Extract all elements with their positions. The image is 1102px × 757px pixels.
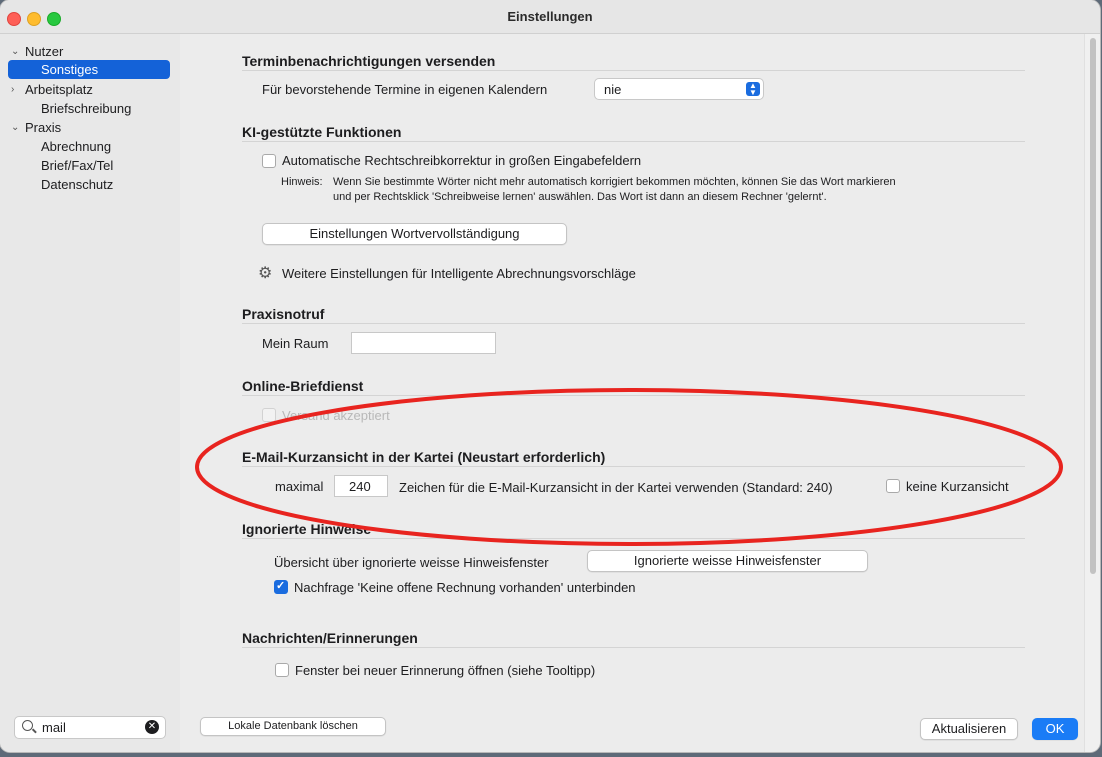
- sidebar-item-label: Nutzer: [25, 44, 64, 59]
- sidebar-group-arbeitsplatz[interactable]: › Arbeitsplatz: [0, 80, 180, 99]
- spellcheck-checkbox[interactable]: [262, 154, 276, 168]
- word-completion-settings-button[interactable]: Einstellungen Wortvervollständigung: [262, 223, 567, 245]
- sidebar: ⌄ Nutzer Sonstiges › Arbeitsplatz Briefs…: [0, 34, 180, 752]
- chevron-down-icon: ⌄: [11, 46, 20, 57]
- up-down-stepper-icon: ▲ ▼: [746, 82, 760, 97]
- no-preview-checkbox[interactable]: [886, 479, 900, 493]
- section-title-ignored-hints: Ignorierte Hinweise: [242, 521, 372, 537]
- hint-text-line1: Wenn Sie bestimmte Wörter nicht mehr aut…: [333, 176, 896, 188]
- section-title-ki: KI-gestützte Funktionen: [242, 124, 402, 140]
- sidebar-group-nutzer[interactable]: ⌄ Nutzer: [0, 42, 180, 61]
- billing-suggestions-settings-link[interactable]: Weitere Einstellungen für Intelligente A…: [282, 266, 636, 281]
- search-field[interactable]: mail ✕: [14, 716, 166, 739]
- suppress-no-invoice-label: Nachfrage 'Keine offene Rechnung vorhand…: [294, 580, 636, 595]
- ignored-overview-label: Übersicht über ignorierte weisse Hinweis…: [274, 555, 549, 570]
- sidebar-item-label: Datenschutz: [41, 177, 114, 192]
- clear-search-icon[interactable]: ✕: [145, 720, 159, 734]
- section-title-praxisnotruf: Praxisnotruf: [242, 306, 325, 322]
- section-title-briefdienst: Online-Briefdienst: [242, 378, 364, 394]
- sidebar-item-label: Abrechnung: [41, 139, 112, 154]
- sidebar-item-abrechnung[interactable]: Abrechnung: [0, 137, 180, 156]
- sidebar-item-sonstiges[interactable]: Sonstiges: [8, 60, 170, 79]
- settings-window: Einstellungen ⌄ Nutzer Sonstiges › Arbei…: [0, 0, 1100, 752]
- section-divider: [242, 141, 1025, 142]
- search-input[interactable]: mail: [42, 720, 66, 735]
- delete-local-db-button[interactable]: Lokale Datenbank löschen: [200, 717, 386, 736]
- open-reminder-window-label: Fenster bei neuer Erinnerung öffnen (sie…: [295, 663, 596, 678]
- open-reminder-window-checkbox[interactable]: [275, 663, 289, 677]
- chevron-right-icon: ›: [11, 84, 15, 95]
- ok-button[interactable]: OK: [1032, 718, 1078, 740]
- sidebar-item-brief-fax-tel[interactable]: Brief/Fax/Tel: [0, 156, 180, 175]
- title-bar: Einstellungen: [0, 0, 1100, 34]
- section-divider: [242, 395, 1025, 396]
- sidebar-item-datenschutz[interactable]: Datenschutz: [0, 175, 180, 194]
- sidebar-item-label: Praxis: [25, 120, 62, 135]
- gear-icon[interactable]: ⚙: [258, 263, 272, 283]
- dispatch-accepted-label: Versand akzeptiert: [282, 408, 390, 423]
- vertical-scrollbar[interactable]: [1084, 34, 1100, 752]
- maximal-label: maximal: [275, 479, 324, 494]
- ignored-hints-button[interactable]: Ignorierte weisse Hinweisfenster: [587, 550, 868, 572]
- settings-content: Terminbenachrichtigungen versenden Für b…: [180, 34, 1084, 752]
- sidebar-item-label: Sonstiges: [41, 62, 99, 77]
- search-icon: [22, 720, 33, 731]
- section-divider: [242, 647, 1025, 648]
- window-title: Einstellungen: [507, 9, 593, 24]
- section-title-email-preview: E-Mail-Kurzansicht in der Kartei (Neusta…: [242, 449, 606, 465]
- section-divider: [242, 323, 1025, 324]
- section-divider: [242, 70, 1025, 71]
- sidebar-item-briefschreibung[interactable]: Briefschreibung: [0, 99, 180, 118]
- refresh-button[interactable]: Aktualisieren: [920, 718, 1018, 740]
- section-title-termine: Terminbenachrichtigungen versenden: [242, 53, 496, 69]
- no-preview-label: keine Kurzansicht: [906, 479, 1009, 494]
- section-divider: [242, 466, 1025, 467]
- max-chars-input[interactable]: 240: [334, 475, 388, 497]
- max-chars-value: 240: [349, 479, 371, 494]
- sidebar-item-label: Arbeitsplatz: [25, 82, 93, 97]
- scrollbar-thumb[interactable]: [1090, 38, 1096, 574]
- termine-select[interactable]: nie ▲ ▼: [594, 78, 764, 100]
- hint-text-line2: und per Rechtsklick 'Schreibweise lernen…: [333, 191, 827, 203]
- max-chars-description: Zeichen für die E-Mail-Kurzansicht in de…: [399, 480, 833, 495]
- sidebar-item-label: Brief/Fax/Tel: [41, 158, 114, 173]
- termine-select-value: nie: [604, 82, 622, 97]
- chevron-down-icon: ⌄: [11, 122, 20, 133]
- termine-label: Für bevorstehende Termine in eigenen Kal…: [262, 82, 548, 97]
- sidebar-item-label: Briefschreibung: [41, 101, 132, 116]
- room-label: Mein Raum: [262, 336, 329, 351]
- room-input[interactable]: [351, 332, 496, 354]
- spellcheck-label: Automatische Rechtschreibkorrektur in gr…: [282, 153, 642, 168]
- section-divider: [242, 538, 1025, 539]
- sidebar-group-praxis[interactable]: ⌄ Praxis: [0, 118, 180, 137]
- hint-label: Hinweis:: [281, 176, 323, 188]
- suppress-no-invoice-checkbox[interactable]: [274, 579, 288, 594]
- dispatch-accepted-checkbox[interactable]: [262, 408, 276, 422]
- section-title-reminders: Nachrichten/Erinnerungen: [242, 630, 418, 646]
